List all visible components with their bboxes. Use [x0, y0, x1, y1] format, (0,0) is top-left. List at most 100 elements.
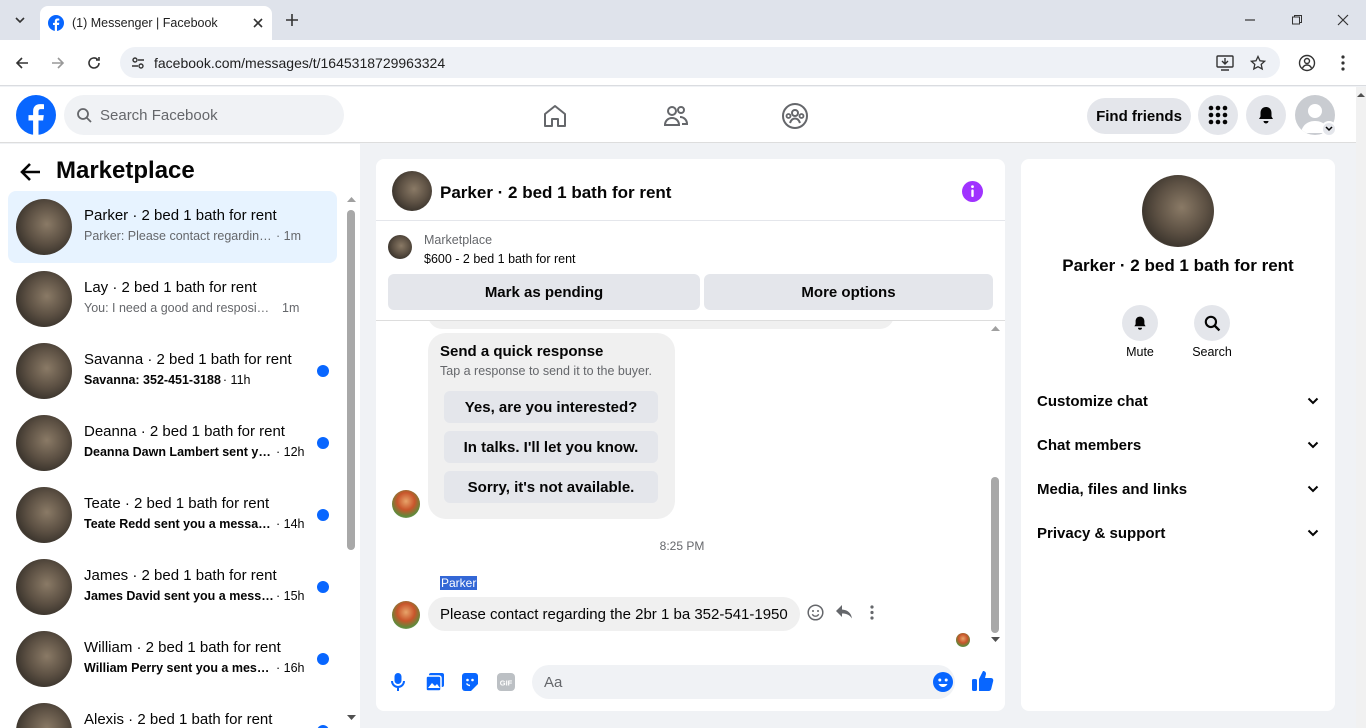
message-bubble[interactable]: Please contact regarding the 2br 1 ba 35… — [428, 597, 800, 631]
sticker-icon[interactable] — [460, 672, 480, 692]
back-arrow-icon[interactable] — [20, 162, 42, 182]
chat-title[interactable]: Parker · 2 bed 1 bath for rent — [440, 183, 671, 203]
bell-icon — [1132, 315, 1148, 331]
sidebar-title: Marketplace — [56, 157, 195, 184]
reload-icon[interactable] — [80, 49, 108, 77]
chat-scroll-down-arrow[interactable] — [991, 637, 1000, 643]
conversation-item[interactable]: William · 2 bed 1 bath for rent William … — [8, 623, 337, 695]
emoji-icon[interactable] — [932, 671, 954, 693]
conversation-preview: Parker: Please contact regarding th... — [84, 229, 274, 243]
conversation-item[interactable]: Savanna · 2 bed 1 bath for rent Savanna:… — [8, 335, 337, 407]
more-actions-icon[interactable] — [870, 605, 874, 620]
seen-receipt-avatar — [956, 633, 970, 647]
profile-name[interactable]: Parker · 2 bed 1 bath for rent — [1021, 256, 1335, 276]
account-chevron-icon[interactable] — [1321, 121, 1337, 137]
chat-scroll-up-arrow[interactable] — [991, 325, 1000, 331]
home-icon[interactable] — [542, 103, 568, 129]
conversation-name: Alexis · 2 bed 1 bath for rent — [84, 711, 273, 728]
quick-response-option[interactable]: Sorry, it's not available. — [444, 471, 658, 503]
chat-members-section[interactable]: Chat members — [1037, 430, 1319, 460]
photo-icon[interactable] — [425, 672, 445, 692]
facebook-logo-icon[interactable] — [16, 95, 56, 135]
conversation-name: Deanna · 2 bed 1 bath for rent — [84, 423, 285, 440]
conversation-item[interactable]: James · 2 bed 1 bath for rent James Davi… — [8, 551, 337, 623]
conversation-item[interactable]: Lay · 2 bed 1 bath for rent You: I need … — [8, 263, 337, 335]
gif-icon[interactable]: GIF — [496, 672, 516, 692]
find-friends-button[interactable]: Find friends — [1087, 98, 1191, 134]
listing-title[interactable]: $600 - 2 bed 1 bath for rent — [424, 252, 576, 266]
conversation-time: · 15h — [276, 589, 305, 603]
more-options-button[interactable]: More options — [704, 274, 993, 310]
tab-title: (1) Messenger | Facebook — [72, 16, 218, 30]
info-icon[interactable] — [962, 181, 983, 202]
conversation-avatar — [16, 703, 72, 728]
quick-response-option[interactable]: In talks. I'll let you know. — [444, 431, 658, 463]
notifications-bell-icon[interactable] — [1246, 95, 1286, 135]
new-tab-icon[interactable] — [278, 6, 306, 34]
listing-thumbnail[interactable] — [388, 235, 412, 259]
listing-label: Marketplace — [424, 233, 493, 247]
mute-button[interactable] — [1122, 305, 1158, 341]
groups-icon[interactable] — [781, 102, 809, 130]
sidebar-scrollbar[interactable] — [347, 210, 355, 550]
url-text: facebook.com/messages/t/1645318729963324 — [154, 54, 446, 71]
search-icon — [76, 107, 92, 123]
microphone-icon[interactable] — [390, 672, 406, 692]
conversation-item[interactable]: Parker · 2 bed 1 bath for rent Parker: P… — [8, 191, 337, 263]
friends-icon[interactable] — [662, 103, 690, 129]
chevron-down-icon — [1307, 441, 1319, 449]
tab-search-icon[interactable] — [6, 6, 34, 34]
conversation-avatar — [16, 199, 72, 255]
conversation-name: William · 2 bed 1 bath for rent — [84, 639, 281, 656]
conversation-item[interactable]: Alexis · 2 bed 1 bath for rent — [8, 695, 337, 728]
conversation-name: Lay · 2 bed 1 bath for rent — [84, 279, 257, 296]
sender-avatar[interactable] — [392, 490, 420, 518]
forward-icon[interactable] — [44, 49, 72, 77]
menu-grid-icon[interactable] — [1198, 95, 1238, 135]
chat-scrollbar[interactable] — [991, 477, 999, 633]
chat-avatar[interactable] — [392, 171, 432, 211]
restore-icon[interactable] — [1283, 6, 1311, 34]
search-conversation-button[interactable] — [1194, 305, 1230, 341]
install-app-icon[interactable] — [1211, 49, 1239, 77]
back-icon[interactable] — [8, 49, 36, 77]
customize-chat-section[interactable]: Customize chat — [1037, 386, 1319, 416]
bookmark-star-icon[interactable] — [1244, 49, 1272, 77]
conversation-name: James · 2 bed 1 bath for rent — [84, 567, 277, 584]
conversation-avatar — [16, 631, 72, 687]
mark-as-pending-button[interactable]: Mark as pending — [388, 274, 700, 310]
minimize-icon[interactable] — [1236, 6, 1264, 34]
section-label: Chat members — [1037, 436, 1142, 454]
conversation-avatar — [16, 487, 72, 543]
close-tab-icon[interactable] — [252, 17, 264, 29]
conversation-item[interactable]: Teate · 2 bed 1 bath for rent Teate Redd… — [8, 479, 337, 551]
address-bar[interactable]: facebook.com/messages/t/1645318729963324 — [120, 47, 1280, 78]
unread-dot — [317, 437, 329, 449]
scroll-up-arrow[interactable] — [347, 196, 356, 202]
profile-icon[interactable] — [1293, 49, 1321, 77]
message-input[interactable]: Aa — [532, 665, 955, 699]
profile-avatar[interactable] — [1142, 175, 1214, 247]
close-window-icon[interactable] — [1329, 6, 1357, 34]
react-icon[interactable] — [807, 604, 824, 621]
conversation-preview: Savanna: 352-451-3188 — [84, 373, 221, 387]
site-settings-icon[interactable] — [130, 55, 146, 71]
message-composer: GIF Aa — [376, 651, 1005, 711]
browser-tab[interactable]: (1) Messenger | Facebook — [40, 6, 272, 40]
conversation-time: · 1m — [276, 229, 301, 243]
facebook-search-input[interactable]: Search Facebook — [64, 95, 344, 135]
sender-avatar[interactable] — [392, 601, 420, 629]
quick-response-option[interactable]: Yes, are you interested? — [444, 391, 658, 423]
conversation-avatar — [16, 271, 72, 327]
scroll-down-arrow[interactable] — [347, 715, 356, 721]
chat-header: Parker · 2 bed 1 bath for rent — [376, 159, 1005, 221]
browser-menu-icon[interactable] — [1329, 49, 1357, 77]
page-scrollbar[interactable] — [1356, 87, 1366, 728]
reply-icon[interactable] — [835, 604, 853, 620]
section-label: Privacy & support — [1037, 524, 1166, 542]
thumbs-up-icon[interactable] — [971, 669, 995, 693]
media-files-links-section[interactable]: Media, files and links — [1037, 474, 1319, 504]
conversation-item[interactable]: Deanna · 2 bed 1 bath for rent Deanna Da… — [8, 407, 337, 479]
privacy-support-section[interactable]: Privacy & support — [1037, 518, 1319, 548]
conversation-name: Savanna · 2 bed 1 bath for rent — [84, 351, 292, 368]
